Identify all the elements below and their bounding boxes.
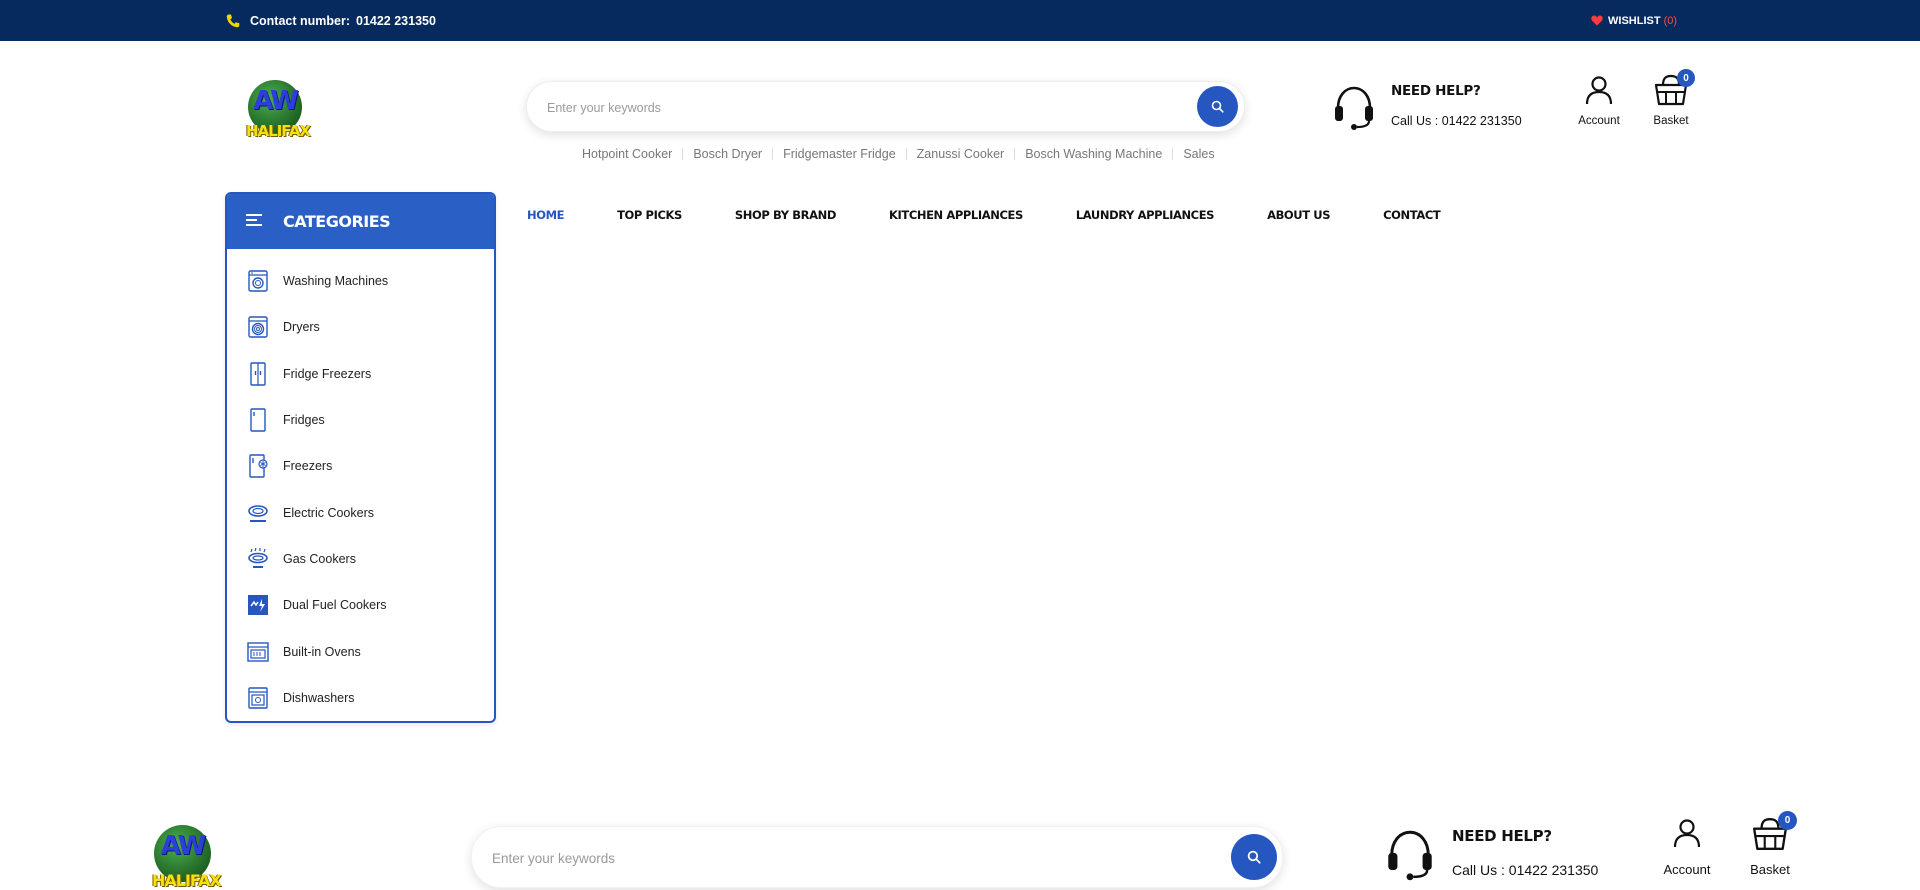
search-icon [1211, 100, 1224, 113]
search-input[interactable] [545, 82, 1169, 133]
category-item-fridge-freezers[interactable]: Fridge Freezers [227, 351, 494, 397]
account-label: Account [1578, 115, 1620, 127]
fridge-icon [250, 408, 266, 432]
sticky-site-logo[interactable]: AW HALIFAX [152, 825, 222, 890]
built-in-oven-icon [247, 642, 269, 662]
popular-searches: Hotpoint Cooker Bosch Dryer Fridgemaster… [582, 147, 1215, 161]
divider [1172, 148, 1174, 160]
category-item-washing-machines[interactable]: Washing Machines [227, 258, 494, 304]
phone-icon [225, 13, 241, 29]
category-label: Dual Fuel Cookers [283, 598, 387, 612]
category-label: Fridges [283, 413, 325, 427]
category-label: Electric Cookers [283, 506, 374, 520]
washing-machine-icon [248, 270, 268, 292]
basket-count-badge: 0 [1677, 69, 1695, 87]
category-item-fridges[interactable]: Fridges [227, 397, 494, 443]
popular-search-link[interactable]: Zanussi Cooker [917, 147, 1005, 161]
logo-text-halifax: HALIFAX [246, 122, 311, 140]
category-item-electric-cookers[interactable]: Electric Cookers [227, 490, 494, 536]
logo-text-halifax: HALIFAX [152, 871, 222, 890]
freezer-icon [249, 454, 268, 478]
category-item-dual-fuel-cookers[interactable]: Dual Fuel Cookers [227, 582, 494, 628]
headset-icon [1335, 86, 1373, 130]
nav-laundry-appliances[interactable]: LAUNDRY APPLIANCES [1076, 208, 1215, 222]
category-label: Built-in Ovens [283, 645, 361, 659]
categories-header[interactable]: CATEGORIES [227, 194, 494, 249]
top-bar: Contact number: 01422 231350 WISHLIST (0… [0, 0, 1920, 41]
account-button[interactable]: Account [1578, 75, 1620, 127]
categories-panel: CATEGORIES Washing Machines Dryers Fridg… [225, 192, 496, 723]
menu-icon [246, 214, 262, 226]
sticky-basket-button[interactable]: 0 Basket [1750, 811, 1797, 877]
divider [1014, 148, 1016, 160]
call-us-text[interactable]: Call Us : 01422 231350 [1452, 862, 1598, 878]
popular-search-link[interactable]: Fridgemaster Fridge [783, 147, 896, 161]
sticky-search-button[interactable] [1231, 834, 1277, 880]
category-label: Fridge Freezers [283, 367, 372, 381]
popular-search-link[interactable]: Hotpoint Cooker [582, 147, 672, 161]
dishwasher-icon [248, 687, 268, 709]
nav-home[interactable]: HOME [527, 208, 565, 222]
divider [772, 148, 774, 160]
nav-contact[interactable]: CONTACT [1383, 208, 1441, 222]
search-bar [526, 81, 1245, 133]
sticky-search-input[interactable] [490, 827, 1194, 889]
popular-search-link[interactable]: Sales [1183, 147, 1214, 161]
basket-label: Basket [1653, 115, 1689, 127]
heart-icon [1591, 15, 1603, 26]
gas-cooker-icon [248, 547, 268, 568]
fridge-freezer-icon [250, 362, 266, 386]
contact-label: Contact number: [250, 13, 350, 28]
search-button[interactable] [1197, 86, 1238, 127]
basket-button[interactable]: 0 Basket [1653, 69, 1695, 127]
category-label: Dishwashers [283, 691, 355, 705]
sticky-account-button[interactable]: Account [1664, 818, 1710, 877]
divider [905, 148, 907, 160]
category-item-dryers[interactable]: Dryers [227, 304, 494, 350]
sticky-header: AW HALIFAX NEED HELP? Call Us : 01422 23… [0, 780, 1920, 890]
basket-count-badge: 0 [1778, 811, 1797, 830]
categories-title: CATEGORIES [283, 212, 391, 231]
account-label: Account [1663, 862, 1711, 877]
divider [682, 148, 684, 160]
contact-info: Contact number: 01422 231350 [225, 0, 436, 41]
dryer-icon [248, 316, 268, 338]
category-item-built-in-ovens[interactable]: Built-in Ovens [227, 629, 494, 675]
search-icon [1247, 850, 1261, 864]
call-us-text[interactable]: Call Us : 01422 231350 [1391, 114, 1522, 128]
user-icon [1673, 819, 1701, 848]
popular-search-link[interactable]: Bosch Washing Machine [1025, 147, 1162, 161]
contact-number[interactable]: 01422 231350 [356, 14, 436, 28]
headset-icon [1388, 830, 1432, 881]
category-item-dishwashers[interactable]: Dishwashers [227, 675, 494, 721]
logo-text-aw: AW [160, 831, 207, 861]
site-logo[interactable]: AW HALIFAX [246, 80, 311, 140]
category-label: Washing Machines [283, 274, 389, 288]
wishlist-link[interactable]: WISHLIST (0) [1591, 0, 1677, 41]
need-help-title: NEED HELP? [1391, 83, 1481, 99]
need-help-title: NEED HELP? [1452, 827, 1552, 845]
category-item-gas-cookers[interactable]: Gas Cookers [227, 536, 494, 582]
category-label: Dryers [283, 320, 320, 334]
category-label: Gas Cookers [283, 552, 356, 566]
sticky-search-bar [471, 826, 1283, 889]
main-nav: HOME TOP PICKS SHOP BY BRAND KITCHEN APP… [527, 208, 1493, 222]
dual-fuel-cooker-icon [248, 595, 268, 615]
electric-cooker-icon [248, 505, 268, 522]
nav-about-us[interactable]: ABOUT US [1267, 208, 1330, 222]
category-item-freezers[interactable]: Freezers [227, 443, 494, 489]
nav-top-picks[interactable]: TOP PICKS [617, 208, 682, 222]
nav-shop-by-brand[interactable]: SHOP BY BRAND [735, 208, 836, 222]
wishlist-label: WISHLIST [1608, 14, 1661, 27]
logo-text-aw: AW [253, 86, 299, 116]
wishlist-count: (0) [1663, 14, 1678, 27]
category-label: Freezers [283, 459, 333, 473]
popular-search-link[interactable]: Bosch Dryer [693, 147, 762, 161]
nav-kitchen-appliances[interactable]: KITCHEN APPLIANCES [889, 208, 1023, 222]
user-icon [1585, 76, 1613, 105]
basket-label: Basket [1750, 862, 1790, 877]
